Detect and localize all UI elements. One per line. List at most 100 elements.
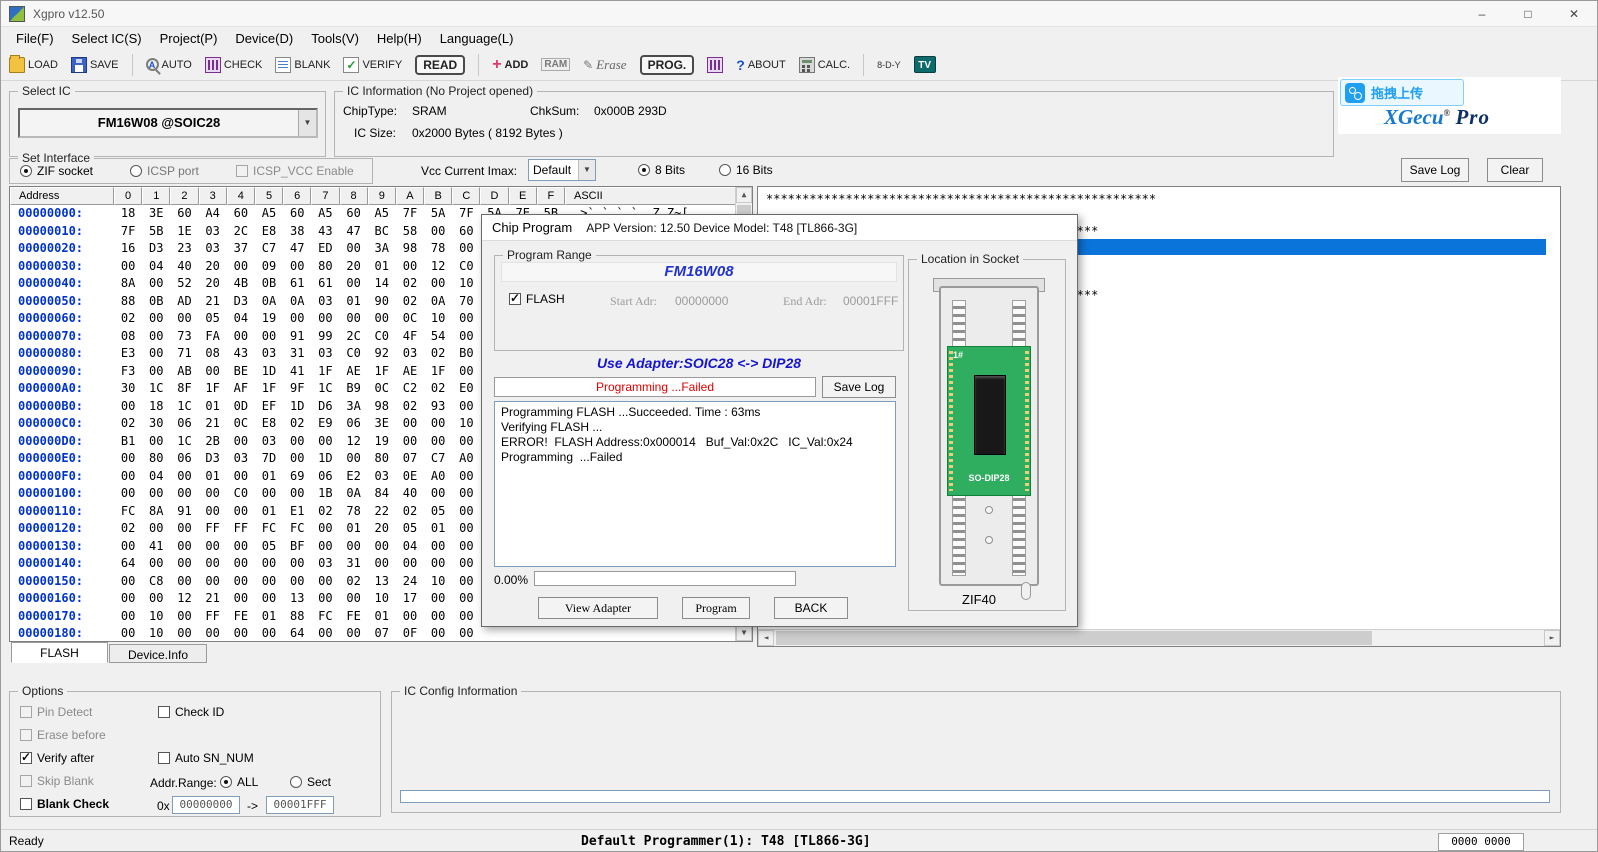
hex-byte[interactable]: E9 xyxy=(311,415,339,433)
hex-byte[interactable]: 00 xyxy=(255,573,283,591)
hex-byte[interactable]: 00 xyxy=(452,468,480,486)
hex-byte[interactable]: 00 xyxy=(452,310,480,328)
hex-byte[interactable]: 02 xyxy=(340,573,368,591)
hex-byte[interactable]: 0A xyxy=(424,293,452,311)
hex-byte[interactable]: 00 xyxy=(424,433,452,451)
hex-byte[interactable]: D3 xyxy=(142,240,170,258)
hex-byte[interactable]: 8F xyxy=(170,380,198,398)
hex-byte[interactable]: 80 xyxy=(311,258,339,276)
hex-byte[interactable]: 01 xyxy=(199,468,227,486)
blank-button[interactable]: BLANK xyxy=(275,57,330,73)
hex-byte[interactable]: 00 xyxy=(283,573,311,591)
hex-byte[interactable]: 00 xyxy=(114,625,142,642)
hex-byte[interactable]: 52 xyxy=(170,275,198,293)
hex-byte[interactable]: 47 xyxy=(340,223,368,241)
hex-byte[interactable]: 31 xyxy=(340,555,368,573)
hex-byte[interactable]: 02 xyxy=(311,503,339,521)
hex-byte[interactable]: 0C xyxy=(396,310,424,328)
hex-byte[interactable]: 4F xyxy=(396,328,424,346)
erase-button[interactable]: ✎Erase xyxy=(583,57,626,73)
hex-byte[interactable]: 00 xyxy=(199,503,227,521)
hex-byte[interactable]: 40 xyxy=(170,258,198,276)
hex-byte[interactable]: D3 xyxy=(199,450,227,468)
hex-byte[interactable]: 00 xyxy=(114,450,142,468)
hex-byte[interactable]: 84 xyxy=(368,485,396,503)
hex-byte[interactable]: 00 xyxy=(452,433,480,451)
hex-byte[interactable]: 10 xyxy=(452,415,480,433)
hex-byte[interactable]: 17 xyxy=(396,590,424,608)
hex-byte[interactable]: 00 xyxy=(170,468,198,486)
hex-byte[interactable]: 00 xyxy=(283,555,311,573)
hex-byte[interactable]: 00 xyxy=(311,625,339,642)
verify-after-checkbox[interactable]: Verify after xyxy=(20,751,94,765)
hex-byte[interactable]: 00 xyxy=(170,625,198,642)
hex-byte[interactable]: 00 xyxy=(283,310,311,328)
hex-byte[interactable]: 60 xyxy=(227,205,255,223)
scroll-down-icon[interactable]: ▼ xyxy=(736,625,752,641)
hex-byte[interactable]: 00 xyxy=(368,538,396,556)
hex-byte[interactable]: 00 xyxy=(142,328,170,346)
hex-byte[interactable]: 00 xyxy=(114,398,142,416)
hex-byte[interactable]: 00 xyxy=(114,258,142,276)
hex-byte[interactable]: 0C xyxy=(227,415,255,433)
dialog-log[interactable]: Programming FLASH ...Succeeded. Time : 6… xyxy=(494,401,896,567)
hex-byte[interactable]: 04 xyxy=(142,258,170,276)
hex-byte[interactable]: 1F xyxy=(424,363,452,381)
hex-byte[interactable]: 10 xyxy=(142,608,170,626)
hex-byte[interactable]: 31 xyxy=(283,345,311,363)
menu-select-ic[interactable]: Select IC(S) xyxy=(63,28,151,49)
hex-byte[interactable]: 00 xyxy=(142,590,170,608)
pin-detect-checkbox[interactable]: Pin Detect xyxy=(20,705,92,719)
hex-byte[interactable]: 0B xyxy=(255,275,283,293)
hex-byte[interactable]: 98 xyxy=(396,240,424,258)
ram-button[interactable]: RAM xyxy=(541,58,570,71)
hex-byte[interactable]: 30 xyxy=(114,380,142,398)
hex-byte[interactable]: FC xyxy=(311,608,339,626)
hex-byte[interactable]: 2C xyxy=(227,223,255,241)
hex-byte[interactable]: 12 xyxy=(340,433,368,451)
ic-test-button[interactable] xyxy=(707,57,723,73)
hex-byte[interactable]: FA xyxy=(199,328,227,346)
hex-byte[interactable]: C0 xyxy=(452,258,480,276)
scroll-left-icon[interactable]: ◄ xyxy=(758,630,774,646)
hex-byte[interactable]: 8A xyxy=(114,275,142,293)
hex-byte[interactable]: A4 xyxy=(199,205,227,223)
hex-byte[interactable]: 13 xyxy=(283,590,311,608)
hex-byte[interactable]: 20 xyxy=(368,520,396,538)
hex-byte[interactable]: 21 xyxy=(199,590,227,608)
hex-byte[interactable]: 60 xyxy=(452,223,480,241)
hex-byte[interactable]: 58 xyxy=(396,223,424,241)
prog-button[interactable]: PROG. xyxy=(640,55,695,75)
dialog-title-bar[interactable]: Chip Program APP Version: 12.50 Device M… xyxy=(482,215,1077,241)
hex-byte[interactable]: 00 xyxy=(199,555,227,573)
hex-byte[interactable]: C0 xyxy=(227,485,255,503)
hex-byte[interactable]: 0A xyxy=(340,485,368,503)
hex-byte[interactable]: 1C xyxy=(311,380,339,398)
vcc-dropdown-icon[interactable]: ▼ xyxy=(578,160,595,180)
hex-byte[interactable]: 00 xyxy=(170,573,198,591)
hex-byte[interactable]: 00 xyxy=(424,415,452,433)
read-button[interactable]: READ xyxy=(415,55,465,75)
hex-byte[interactable]: AB xyxy=(170,363,198,381)
auto-button[interactable]: AAUTO xyxy=(146,58,192,71)
hex-byte[interactable]: B1 xyxy=(114,433,142,451)
ic-selector[interactable]: FM16W08 @SOIC28 ▼ xyxy=(18,108,318,138)
hex-byte[interactable]: 01 xyxy=(368,258,396,276)
hex-byte[interactable]: 10 xyxy=(142,625,170,642)
hex-byte[interactable]: 90 xyxy=(368,293,396,311)
close-button[interactable]: ✕ xyxy=(1551,1,1597,27)
hex-byte[interactable]: 02 xyxy=(396,398,424,416)
hex-byte[interactable]: 00 xyxy=(452,625,480,642)
hex-byte[interactable]: 8A xyxy=(142,503,170,521)
hex-byte[interactable]: 16 xyxy=(114,240,142,258)
hex-byte[interactable]: 13 xyxy=(368,573,396,591)
hex-byte[interactable]: 07 xyxy=(396,450,424,468)
hex-byte[interactable]: A0 xyxy=(424,468,452,486)
hex-byte[interactable]: 2B xyxy=(199,433,227,451)
hex-byte[interactable]: 18 xyxy=(114,205,142,223)
hex-byte[interactable]: 88 xyxy=(114,293,142,311)
hex-byte[interactable]: 00 xyxy=(396,258,424,276)
hex-byte[interactable]: 01 xyxy=(340,293,368,311)
hex-byte[interactable]: 61 xyxy=(311,275,339,293)
hex-byte[interactable]: 00 xyxy=(283,258,311,276)
